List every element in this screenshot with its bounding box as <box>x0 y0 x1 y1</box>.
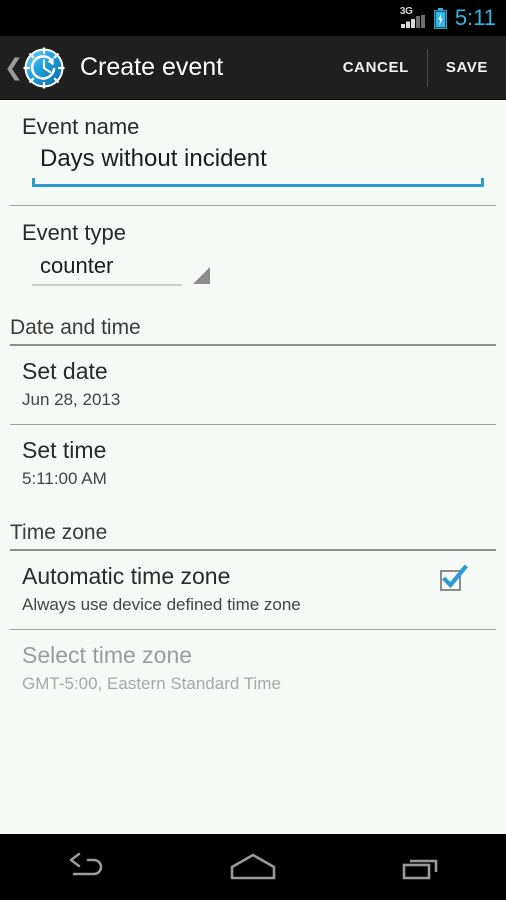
section-header-date-time: Date and time <box>10 316 141 339</box>
underline-line <box>32 184 484 187</box>
automatic-time-zone-subtitle: Always use device defined time zone <box>22 595 301 614</box>
select-time-zone-value: GMT-5:00, Eastern Standard Time <box>22 674 281 693</box>
section-header-time-zone: Time zone <box>10 521 108 544</box>
row-set-time[interactable]: Set time 5:11:00 AM <box>0 425 506 503</box>
settings-form: Event name Days without incident Event t… <box>0 100 506 834</box>
navigation-bar <box>0 834 506 900</box>
event-name-underline <box>32 178 484 187</box>
nav-home-button[interactable] <box>198 840 308 894</box>
event-type-label: Event type <box>22 220 126 245</box>
signal-bars-glyph <box>400 15 425 28</box>
spinner-triangle-icon[interactable] <box>193 267 210 284</box>
status-bar-icons: 3G 5:11 <box>400 7 496 29</box>
row-select-time-zone: Select time zone GMT-5:00, Eastern Stand… <box>0 630 506 708</box>
android-screen: 3G 5:11 ❮ Create event CANCEL SAVE Event… <box>0 0 506 900</box>
automatic-time-zone-title: Automatic time zone <box>22 563 231 589</box>
action-bar-title: Create event <box>80 53 224 81</box>
event-name-label: Event name <box>22 114 140 139</box>
nav-recents-icon <box>402 859 437 880</box>
event-name-value[interactable]: Days without incident <box>32 142 484 176</box>
spinner-underline <box>32 284 182 286</box>
select-time-zone-title: Select time zone <box>22 642 193 668</box>
set-time-title: Set time <box>22 437 107 463</box>
checkbox-checked-icon <box>442 564 468 589</box>
app-clock-icon[interactable] <box>20 44 68 92</box>
action-bar-buttons: CANCEL SAVE <box>325 36 506 99</box>
set-date-title: Set date <box>22 358 108 384</box>
row-set-date[interactable]: Set date Jun 28, 2013 <box>0 346 506 424</box>
save-button[interactable]: SAVE <box>428 36 506 99</box>
nav-home-icon <box>230 853 276 880</box>
row-automatic-time-zone[interactable]: Automatic time zone Always use device de… <box>0 551 506 629</box>
event-type-spinner[interactable]: counter <box>32 250 210 290</box>
set-date-value: Jun 28, 2013 <box>22 390 121 409</box>
nav-back-button[interactable] <box>29 840 139 894</box>
battery-charging-icon <box>433 7 447 29</box>
automatic-time-zone-text: Automatic time zone Always use device de… <box>22 561 301 617</box>
underline-tick-right <box>481 178 484 187</box>
event-type-value[interactable]: counter <box>32 250 182 282</box>
nav-recents-button[interactable] <box>367 840 477 894</box>
status-bar-clock: 5:11 <box>454 5 496 30</box>
status-bar: 3G 5:11 <box>0 0 506 36</box>
nav-back-icon <box>70 852 103 876</box>
automatic-time-zone-checkbox[interactable] <box>438 564 468 593</box>
cancel-button[interactable]: CANCEL <box>325 36 427 99</box>
signal-bars-icon: 3G <box>400 7 426 29</box>
event-name-input[interactable]: Days without incident <box>32 142 484 195</box>
set-time-value: 5:11:00 AM <box>22 469 107 488</box>
action-bar: ❮ Create event CANCEL SAVE <box>0 36 506 100</box>
